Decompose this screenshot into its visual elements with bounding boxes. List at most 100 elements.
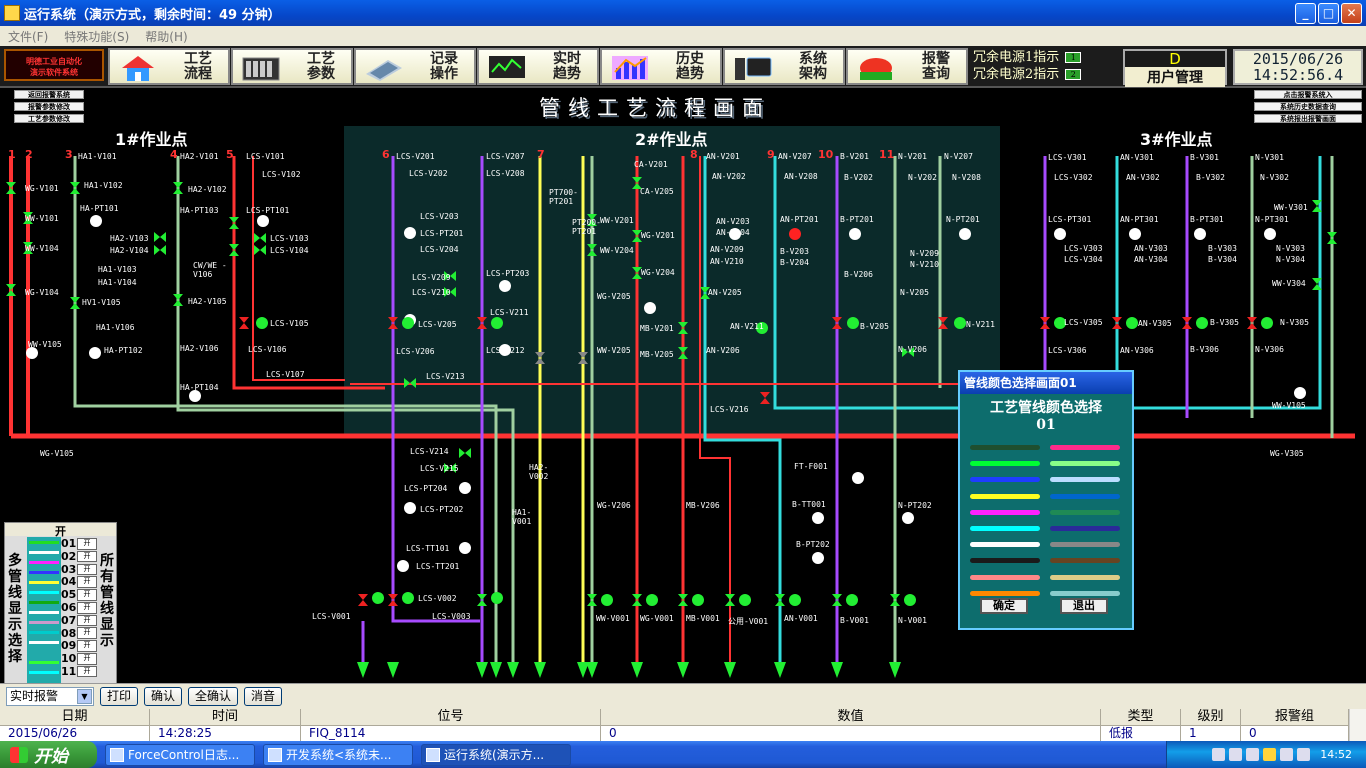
maximize-button[interactable]: □: [1318, 3, 1339, 24]
color-swatch[interactable]: [1050, 558, 1120, 564]
motor-valve-icon[interactable]: [601, 594, 613, 606]
gauge-icon[interactable]: [1194, 228, 1206, 240]
nav-system-arch-button[interactable]: 系统架构: [723, 48, 845, 85]
motor-valve-icon[interactable]: [256, 317, 268, 329]
motor-valve-icon[interactable]: [846, 594, 858, 606]
gauge-icon[interactable]: [459, 482, 471, 494]
gauge-icon[interactable]: [90, 215, 102, 227]
valve-icon[interactable]: [632, 594, 642, 606]
mute-button[interactable]: 消音: [244, 687, 283, 706]
line-toggle-button[interactable]: 开: [77, 601, 97, 614]
valve-icon[interactable]: [890, 594, 900, 606]
line-toggle-button[interactable]: 开: [77, 576, 97, 588]
alarm-table-scrollbar[interactable]: [1349, 709, 1366, 741]
col-level[interactable]: 级别: [1181, 709, 1241, 725]
nav-history-trend-button[interactable]: 历史趋势: [600, 48, 722, 85]
gauge-icon[interactable]: [1264, 228, 1276, 240]
task-dev-system[interactable]: 开发系统<系统未...: [263, 743, 413, 766]
motor-valve-icon[interactable]: [491, 592, 503, 604]
nav-alarm-query-button[interactable]: 报警查询: [846, 48, 968, 85]
col-tag[interactable]: 位号: [301, 709, 601, 725]
motor-valve-icon[interactable]: [739, 594, 751, 606]
valve-icon[interactable]: [254, 233, 266, 243]
multisel-header[interactable]: 开: [5, 523, 116, 538]
close-button[interactable]: ✕: [1341, 3, 1362, 24]
valve-icon[interactable]: [173, 182, 183, 194]
valve-icon[interactable]: [477, 594, 487, 606]
col-date[interactable]: 日期: [0, 709, 150, 725]
color-swatch[interactable]: [970, 542, 1040, 548]
col-group[interactable]: 报警组: [1241, 709, 1349, 725]
table-row[interactable]: 2015/06/26 14:28:25 FIQ_8114 0 低报 1 0: [0, 726, 1366, 741]
color-swatch[interactable]: [1050, 461, 1120, 467]
color-swatch[interactable]: [1050, 526, 1120, 531]
line-toggle-button[interactable]: 开: [77, 550, 97, 563]
color-swatch[interactable]: [970, 526, 1040, 531]
color-swatch[interactable]: [970, 574, 1040, 580]
gauge-icon[interactable]: [789, 228, 801, 240]
line-toggle-button[interactable]: 开: [77, 563, 97, 576]
valve-icon[interactable]: [1182, 317, 1192, 329]
valve-icon[interactable]: [154, 245, 166, 255]
task-forcecontrol-log[interactable]: ForceControl日志...: [105, 743, 255, 766]
gauge-icon[interactable]: [1054, 228, 1066, 240]
alarm-type-select[interactable]: 实时报警 ▼: [6, 687, 94, 706]
valve-icon[interactable]: [725, 594, 735, 606]
gauge-icon[interactable]: [459, 542, 471, 554]
shield-icon[interactable]: [1263, 748, 1277, 761]
motor-valve-icon[interactable]: [402, 592, 414, 604]
start-button[interactable]: 开始: [0, 741, 97, 768]
valve-icon[interactable]: [678, 594, 688, 606]
motor-valve-icon[interactable]: [1261, 317, 1273, 329]
tray-icon[interactable]: [1212, 748, 1226, 761]
valve-icon[interactable]: [6, 284, 16, 296]
color-swatch[interactable]: [1050, 477, 1120, 483]
motor-valve-icon[interactable]: [1126, 317, 1138, 329]
gauge-icon[interactable]: [812, 552, 824, 564]
line-toggle-button[interactable]: 开: [77, 665, 97, 678]
line-toggle-button[interactable]: 开: [77, 627, 97, 640]
chevron-down-icon[interactable]: ▼: [77, 689, 92, 704]
color-swatch[interactable]: [1050, 542, 1120, 548]
gauge-icon[interactable]: [852, 472, 864, 484]
col-time[interactable]: 时间: [150, 709, 301, 725]
volume-icon[interactable]: [1297, 748, 1311, 761]
valve-icon[interactable]: [154, 232, 166, 242]
gauge-icon[interactable]: [644, 302, 656, 314]
color-ok-button[interactable]: 确定: [980, 598, 1028, 614]
line-toggle-button[interactable]: 开: [77, 614, 97, 627]
motor-valve-icon[interactable]: [954, 317, 966, 329]
valve-icon[interactable]: [6, 182, 16, 194]
gauge-icon[interactable]: [499, 280, 511, 292]
line-toggle-button[interactable]: 开: [77, 538, 97, 550]
valve-icon[interactable]: [358, 594, 368, 606]
valve-icon[interactable]: [229, 244, 239, 256]
menu-help[interactable]: 帮助(H): [137, 28, 195, 45]
color-swatch[interactable]: [970, 445, 1040, 450]
gauge-icon[interactable]: [257, 215, 269, 227]
valve-icon[interactable]: [70, 297, 80, 309]
color-swatch[interactable]: [970, 590, 1040, 596]
valve-icon[interactable]: [254, 245, 266, 255]
tray-icon[interactable]: [1229, 748, 1243, 761]
motor-valve-icon[interactable]: [646, 594, 658, 606]
valve-icon[interactable]: [173, 294, 183, 306]
print-button[interactable]: 打印: [100, 687, 139, 706]
line-toggle-button[interactable]: 开: [77, 640, 97, 652]
network-icon[interactable]: [1280, 748, 1294, 761]
gauge-icon[interactable]: [959, 228, 971, 240]
gauge-icon[interactable]: [89, 347, 101, 359]
nav-record-op-button[interactable]: 记录操作: [354, 48, 476, 85]
multisel-right-label[interactable]: 所有管线显示: [99, 553, 115, 649]
valve-icon[interactable]: [587, 594, 597, 606]
motor-valve-icon[interactable]: [847, 317, 859, 329]
color-swatch[interactable]: [1050, 590, 1120, 596]
valve-icon[interactable]: [229, 217, 239, 229]
gauge-icon[interactable]: [812, 512, 824, 524]
tray-icon[interactable]: [1246, 748, 1260, 761]
color-swatch[interactable]: [970, 493, 1040, 499]
nav-realtime-trend-button[interactable]: 实时趋势: [477, 48, 599, 85]
motor-valve-icon[interactable]: [372, 592, 384, 604]
color-swatch[interactable]: [970, 509, 1040, 515]
minimize-button[interactable]: _: [1295, 3, 1316, 24]
